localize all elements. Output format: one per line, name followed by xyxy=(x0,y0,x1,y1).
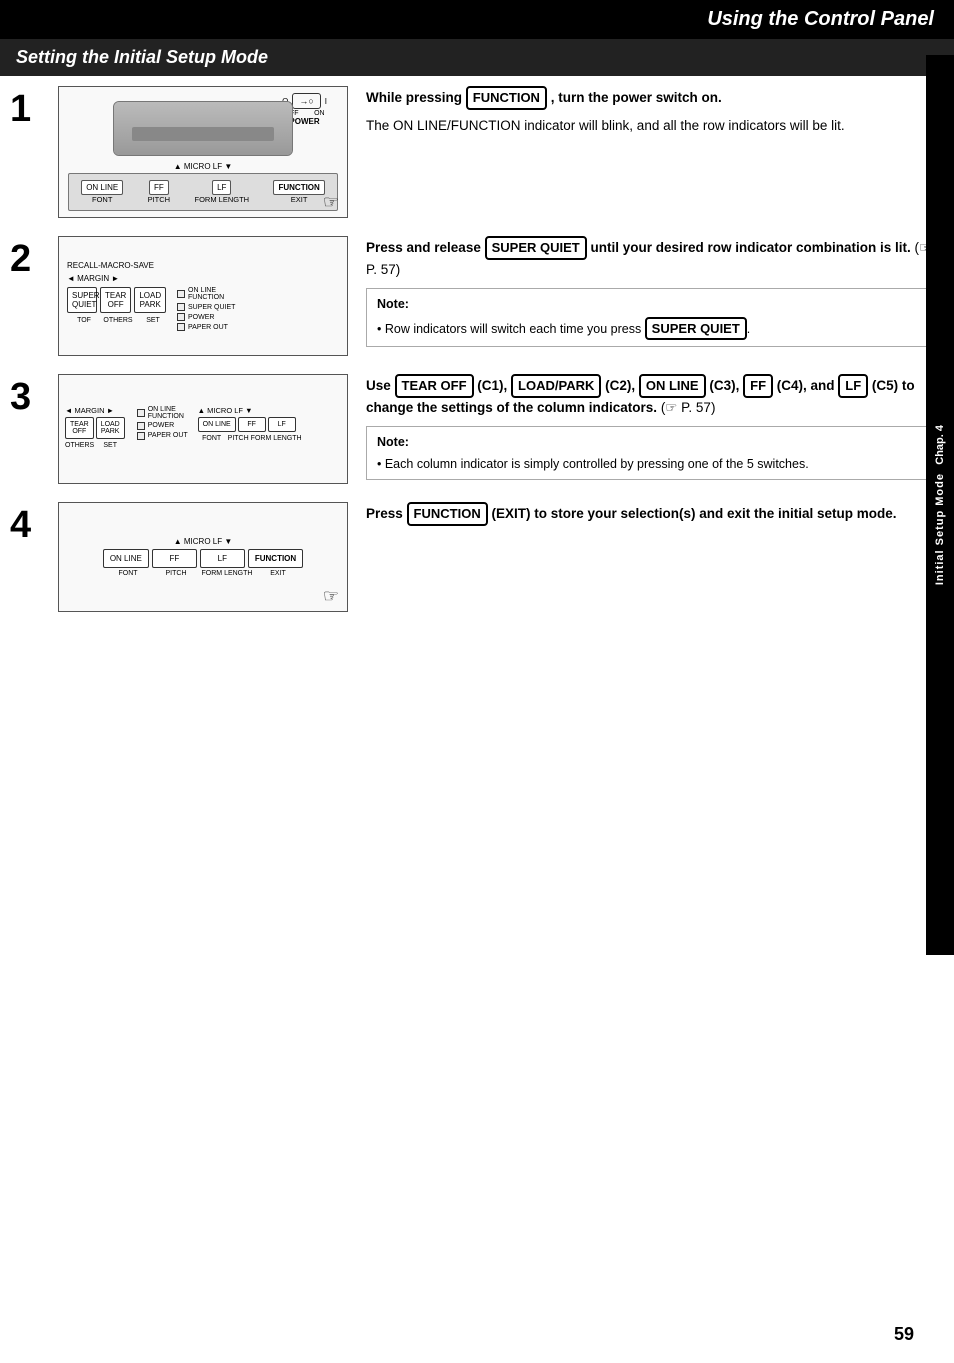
header-title: Using the Control Panel xyxy=(707,8,934,30)
function-btn-4: FUNCTION xyxy=(248,549,303,568)
note-3-text: • Each column indicator is simply contro… xyxy=(377,455,933,474)
step-4-row: 4 ▲ MICRO LF ▼ ON LINE FF LF FUNCTION FO… xyxy=(10,502,944,612)
microlf-label-4: ▲ MICRO LF ▼ xyxy=(73,537,333,546)
on-line-btn-4: ON LINE xyxy=(103,549,149,568)
section-title: Setting the Initial Setup Mode xyxy=(16,47,268,67)
panel-btns-4: ON LINE FF LF FUNCTION xyxy=(73,549,333,568)
step-2-diagram: RECALL-MACRO-SAVE ◄ MARGIN ► SUPERQUIET … xyxy=(58,236,348,356)
step-2-instruction: Press and release xyxy=(366,240,485,255)
note-2-title: Note: xyxy=(377,295,933,314)
sidebar-section-label: Initial Setup Mode xyxy=(934,473,946,585)
note-3-title: Note: xyxy=(377,433,933,452)
step-1-text: While pressing FUNCTION , turn the power… xyxy=(366,86,944,142)
step-2-row: 2 RECALL-MACRO-SAVE ◄ MARGIN ► SUPERQUIE… xyxy=(10,236,944,356)
sidebar: Chap. 4 Initial Setup Mode xyxy=(926,55,954,955)
step-1-detail: The ON LINE/FUNCTION indicator will blin… xyxy=(366,116,944,136)
ff-btn-4: FF xyxy=(152,549,197,568)
function-btn-label-4: FUNCTION xyxy=(407,502,488,526)
header-bar: Using the Control Panel xyxy=(0,0,954,39)
diag2-indicators: ON LINEFUNCTION SUPER QUIET POWER PAPER … xyxy=(177,287,235,331)
main-content: 1 O →○ I OFF ON POWER xyxy=(0,76,954,640)
lf-btn-4: LF xyxy=(200,549,245,568)
diag2-buttons: SUPERQUIET TEAROFF LOADPARK xyxy=(67,287,169,313)
step-2-note: Note: • Row indicators will switch each … xyxy=(366,288,944,347)
step-1-row: 1 O →○ I OFF ON POWER xyxy=(10,86,944,218)
step-2-number: 2 xyxy=(10,236,58,278)
step-1-instruction: While pressing xyxy=(366,90,466,105)
step-3-row: 3 ◄ MARGIN ► TEAROFF LOADPARK OTHERS SET xyxy=(10,374,944,484)
step-3-text: Use TEAR OFF (C1), LOAD/PARK (C2), ON LI… xyxy=(366,374,944,480)
super-quiet-btn: SUPERQUIET xyxy=(67,287,97,313)
note-2-text: • Row indicators will switch each time y… xyxy=(377,317,933,341)
step-4-text: Press FUNCTION (EXIT) to store your sele… xyxy=(366,502,944,532)
diag2: RECALL-MACRO-SAVE ◄ MARGIN ► SUPERQUIET … xyxy=(59,255,347,337)
diag3-indicators: ON LINEFUNCTION POWER PAPER OUT xyxy=(137,406,188,440)
step-3-diagram: ◄ MARGIN ► TEAROFF LOADPARK OTHERS SET O… xyxy=(58,374,348,484)
small-panel: ▲ MICRO LF ▼ ON LINE FF LF FUNCTION FONT… xyxy=(73,537,333,577)
recall-macro-save-label: RECALL-MACRO-SAVE xyxy=(67,261,339,270)
step-2-instruction2: until your desired row indicator combina… xyxy=(590,240,914,255)
step-4-number: 4 xyxy=(10,502,58,544)
step-4-diagram: ▲ MICRO LF ▼ ON LINE FF LF FUNCTION FONT… xyxy=(58,502,348,612)
section-title-bar: Setting the Initial Setup Mode xyxy=(0,39,954,76)
super-quiet-btn-label: SUPER QUIET xyxy=(485,236,587,260)
diag1: O →○ I OFF ON POWER ▲ MICRO LF ▼ xyxy=(59,87,347,217)
ff-btn-3: FF xyxy=(743,374,773,398)
step-2-text: Press and release SUPER QUIET until your… xyxy=(366,236,944,347)
panel-row: ON LINE FONT FF PITCH LF FORM LENGTH FUN… xyxy=(68,173,338,211)
diag4: ▲ MICRO LF ▼ ON LINE FF LF FUNCTION FONT… xyxy=(59,531,347,583)
diag3: ◄ MARGIN ► TEAROFF LOADPARK OTHERS SET O… xyxy=(59,402,347,457)
super-quiet-note-btn: SUPER QUIET xyxy=(645,317,747,341)
step-1-diagram: O →○ I OFF ON POWER ▲ MICRO LF ▼ xyxy=(58,86,348,218)
tear-off-btn: TEAROFF xyxy=(100,287,131,313)
step-3-note: Note: • Each column indicator is simply … xyxy=(366,426,944,481)
step-1-instruction2: , turn the power switch on. xyxy=(551,90,722,105)
step-3-page-ref: (☞ P. 57) xyxy=(661,400,716,415)
margin-label: ◄ MARGIN ► xyxy=(67,274,339,283)
panel-labels-4: FONT PITCH FORM LENGTH EXIT xyxy=(73,570,333,577)
printer-body xyxy=(113,101,293,156)
step-3-number: 3 xyxy=(10,374,58,416)
microlf-label: ▲ MICRO LF ▼ xyxy=(65,162,341,171)
load-park-btn: LOADPARK xyxy=(134,287,166,313)
load-park-btn-3: LOAD/PARK xyxy=(511,374,601,398)
on-line-btn-3: ON LINE xyxy=(639,374,706,398)
page-number: 59 xyxy=(894,1324,914,1345)
chap-label: Chap. 4 xyxy=(934,425,946,465)
lf-btn-3: LF xyxy=(838,374,868,398)
function-btn-1: FUNCTION xyxy=(466,86,547,110)
tear-off-btn-3: TEAR OFF xyxy=(395,374,474,398)
step-1-number: 1 xyxy=(10,86,58,128)
